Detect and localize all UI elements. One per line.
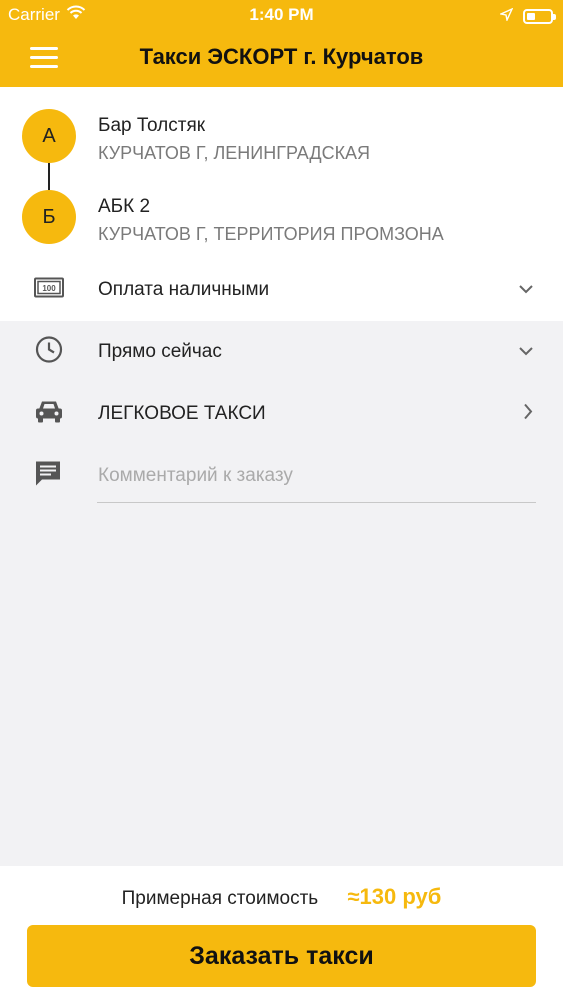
svg-text:100: 100 [42, 284, 56, 293]
status-right-group [498, 6, 556, 26]
chevron-down-icon [519, 343, 533, 361]
destination-name: АБК 2 [98, 196, 151, 217]
car-class-selector[interactable]: ЛЕГКОВОЕ ТАКСИ [0, 383, 563, 445]
car-class-label: ЛЕГКОВОЕ ТАКСИ [98, 403, 266, 424]
destination-marker: Б [22, 190, 76, 244]
battery-icon [523, 8, 556, 24]
origin-address[interactable]: Бар Толстяк КУРЧАТОВ Г, ЛЕНИНГРАДСКАЯ [98, 115, 370, 164]
status-time: 1:40 PM [249, 5, 314, 24]
cash-icon: 100 [34, 277, 64, 304]
comment-row: Комментарий к заказу [0, 445, 563, 507]
price-label: Примерная стоимость [121, 888, 319, 909]
time-label: Прямо сейчас [98, 341, 222, 362]
route-connector-line [48, 163, 50, 190]
clock-icon [34, 335, 64, 370]
comment-icon [34, 460, 62, 493]
destination-street: КУРЧАТОВ Г, ТЕРРИТОРИЯ ПРОМЗОНА [98, 224, 444, 244]
order-taxi-button[interactable]: Заказать такси [27, 925, 536, 987]
page-title: Такси ЭСКОРТ г. Курчатов [139, 44, 424, 69]
price-estimate: Примерная стоимость ≈130 руб [0, 884, 563, 910]
order-footer: Примерная стоимость ≈130 руб Заказать та… [0, 866, 563, 1000]
destination-address[interactable]: АБК 2 КУРЧАТОВ Г, ТЕРРИТОРИЯ ПРОМЗОНА [98, 196, 444, 245]
origin-marker: А [22, 109, 76, 163]
origin-name: Бар Толстяк [98, 115, 206, 136]
comment-input[interactable]: Комментарий к заказу [98, 465, 293, 487]
app-header: Такси ЭСКОРТ г. Курчатов [0, 28, 563, 87]
car-icon [34, 399, 64, 430]
comment-input-underline [97, 502, 536, 503]
chevron-right-icon [523, 403, 533, 425]
origin-street: КУРЧАТОВ Г, ЛЕНИНГРАДСКАЯ [98, 143, 371, 163]
status-bar: Carrier 1:40 PM [0, 0, 563, 28]
price-value: ≈130 руб [347, 884, 442, 909]
location-arrow-icon [498, 6, 514, 26]
time-selector[interactable]: Прямо сейчас [0, 321, 563, 383]
payment-selector[interactable]: 100 Оплата наличными [0, 259, 563, 321]
chevron-down-icon [519, 281, 533, 299]
payment-label: Оплата наличными [98, 279, 270, 300]
